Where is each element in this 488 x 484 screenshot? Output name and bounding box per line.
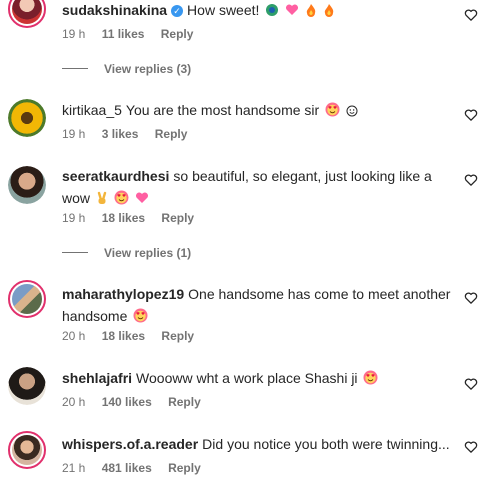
timestamp: 19 h (62, 211, 86, 225)
comment-meta: 19 h 11 likes Reply (62, 27, 206, 41)
verified-badge-icon: ✓ (171, 5, 184, 17)
username[interactable]: sudakshinakina (62, 2, 167, 18)
avatar[interactable] (8, 0, 46, 28)
comment-text: Woooww wht a work place Shashi ji (136, 370, 358, 386)
view-replies-button[interactable]: View replies (1) (62, 246, 191, 260)
divider-line (62, 68, 88, 69)
username[interactable]: shehlajafri (62, 370, 132, 386)
likes-count[interactable]: 481 likes (102, 461, 152, 475)
reply-button[interactable]: Reply (161, 211, 194, 225)
view-replies-button[interactable]: View replies (3) (62, 62, 191, 76)
comment-body: whispers.of.a.reader Did you notice you b… (62, 433, 452, 455)
heart-outline-icon[interactable] (464, 8, 478, 22)
comment-text: How sweet! (187, 2, 260, 18)
comment-body: maharathylopez19 One handsome has come to… (62, 283, 452, 329)
comment-meta: 20 h 140 likes Reply (62, 395, 214, 409)
comment-body: sudakshinakina ✓ How sweet! (62, 0, 452, 23)
username[interactable]: maharathylopez19 (62, 286, 184, 302)
likes-count[interactable]: 140 likes (102, 395, 152, 409)
heart-outline-icon[interactable] (464, 108, 478, 122)
reply-button[interactable]: Reply (168, 461, 201, 475)
timestamp: 20 h (62, 395, 86, 409)
avatar[interactable] (8, 367, 46, 405)
heart-outline-icon[interactable] (464, 440, 478, 454)
comment-meta: 19 h 3 likes Reply (62, 127, 200, 141)
timestamp: 19 h (62, 27, 86, 41)
heart-eyes-emoji-icon (325, 101, 340, 123)
divider-line (62, 252, 88, 253)
reply-button[interactable]: Reply (155, 127, 188, 141)
comment-meta: 21 h 481 likes Reply (62, 461, 214, 475)
comment-body: seeratkaurdhesi so beautiful, so elegant,… (62, 165, 452, 211)
timestamp: 21 h (62, 461, 86, 475)
reply-button[interactable]: Reply (168, 395, 201, 409)
comment-meta: 19 h 18 likes Reply (62, 211, 207, 225)
fire-emoji-icon (305, 1, 317, 23)
username[interactable]: seeratkaurdhesi (62, 168, 169, 184)
pink-heart-emoji-icon (285, 1, 299, 23)
comment-text: You are the most handsome sir (125, 102, 320, 118)
fire-emoji-icon (323, 1, 335, 23)
avatar[interactable] (8, 280, 46, 318)
heart-outline-icon[interactable] (464, 377, 478, 391)
heart-eyes-emoji-icon (363, 369, 378, 391)
comment-meta: 20 h 18 likes Reply (62, 329, 207, 343)
comment-body: shehlajafri Woooww wht a work place Shash… (62, 367, 452, 391)
heart-outline-icon[interactable] (464, 173, 478, 187)
victory-hand-emoji-icon (96, 189, 108, 211)
likes-count[interactable]: 18 likes (102, 329, 145, 343)
avatar[interactable] (8, 99, 46, 137)
likes-count[interactable]: 3 likes (102, 127, 139, 141)
likes-count[interactable]: 18 likes (102, 211, 145, 225)
comment-text: Did you notice you both were twinning... (202, 436, 450, 452)
smile-emoji-icon (346, 101, 358, 123)
reply-button[interactable]: Reply (161, 27, 194, 41)
peacock-emoji-icon (265, 1, 279, 23)
heart-eyes-emoji-icon (114, 189, 129, 211)
likes-count[interactable]: 11 likes (102, 27, 145, 41)
reply-button[interactable]: Reply (161, 329, 194, 343)
username[interactable]: kirtikaa_5 (62, 102, 122, 118)
timestamp: 20 h (62, 329, 86, 343)
avatar[interactable] (8, 431, 46, 469)
comment-body: kirtikaa_5 You are the most handsome sir (62, 99, 452, 123)
heart-outline-icon[interactable] (464, 291, 478, 305)
pink-heart-emoji-icon (135, 189, 149, 211)
timestamp: 19 h (62, 127, 86, 141)
avatar[interactable] (8, 166, 46, 204)
username[interactable]: whispers.of.a.reader (62, 436, 198, 452)
heart-eyes-emoji-icon (133, 307, 148, 329)
